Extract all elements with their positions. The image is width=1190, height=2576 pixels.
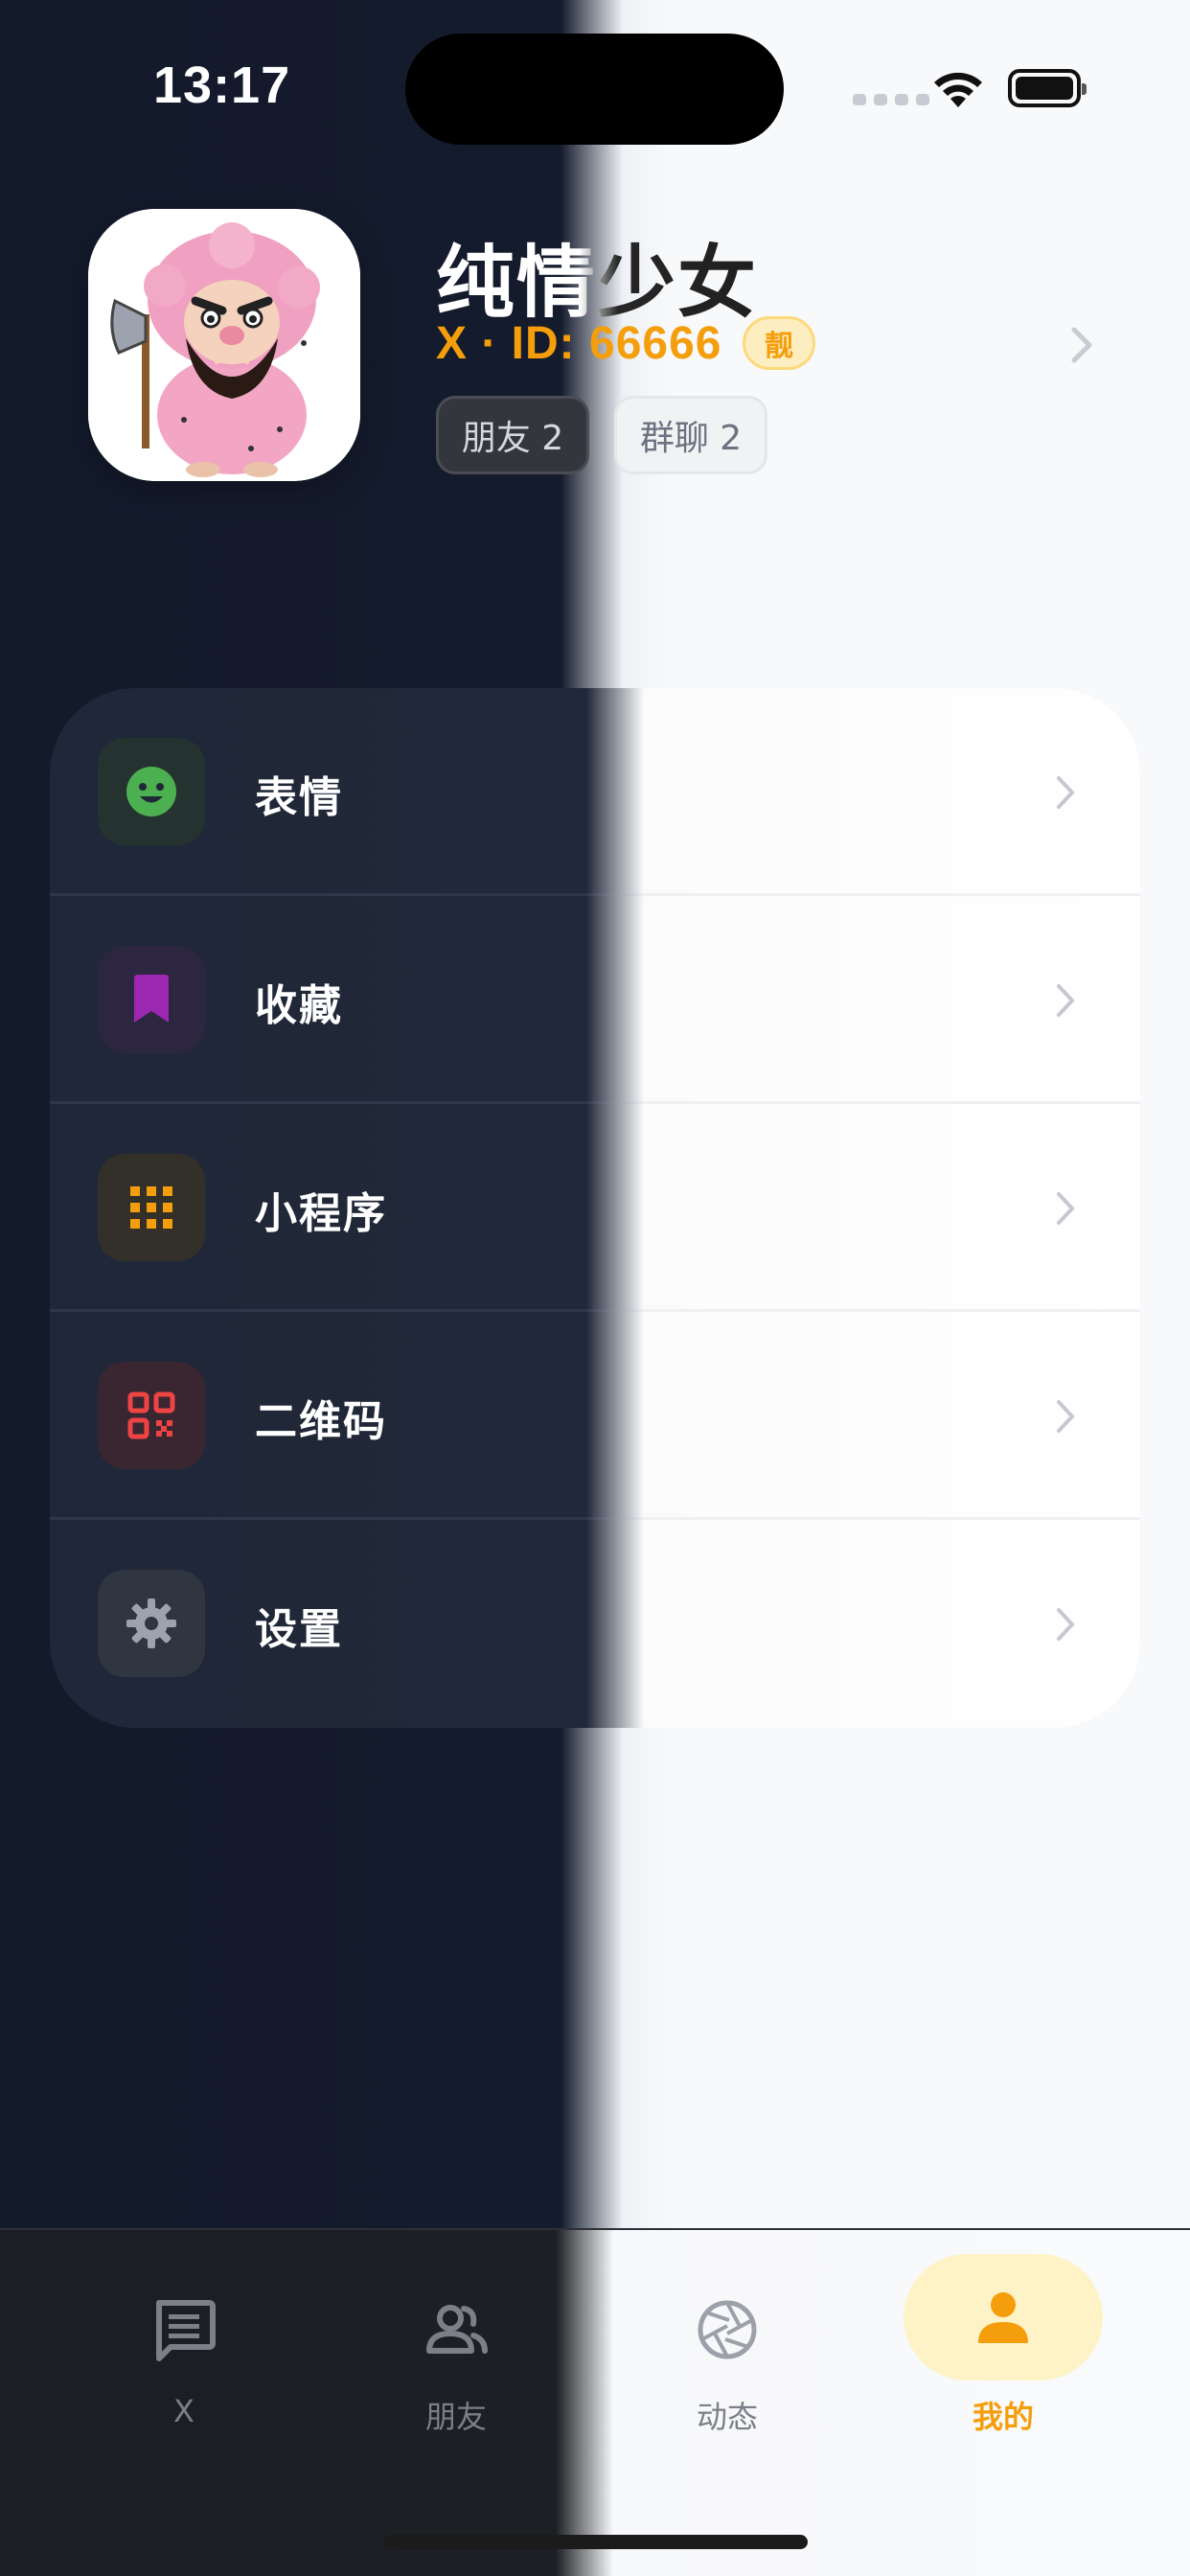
person-icon: [978, 2292, 1028, 2343]
profile-id-text: X · ID: 66666: [436, 317, 722, 369]
tab-label: X: [173, 2393, 195, 2429]
menu-item-stickers[interactable]: 表情: [50, 688, 1140, 896]
menu-item-mini-programs[interactable]: 小程序: [50, 1104, 1140, 1312]
home-indicator: [383, 2535, 808, 2549]
tab-moments[interactable]: 动态: [631, 2295, 823, 2458]
menu-item-label: 表情: [255, 773, 343, 822]
menu-item-qr-code[interactable]: 二维码: [50, 1312, 1140, 1520]
chat-icon: [156, 2300, 216, 2361]
smile-icon: [98, 738, 205, 845]
tab-label: 朋友: [424, 2399, 487, 2435]
status-time: 13:17: [153, 57, 291, 114]
menu-item-label: 二维码: [255, 1397, 387, 1446]
aperture-icon: [698, 2300, 757, 2359]
menu-item-settings[interactable]: 设置: [50, 1520, 1140, 1728]
friends-count-label: 朋友 2: [461, 419, 564, 458]
wifi-icon: [934, 72, 982, 107]
groups-count-label: 群聊 2: [639, 419, 743, 458]
avatar[interactable]: [88, 209, 360, 481]
chevron-right-icon: [1057, 1192, 1074, 1225]
cellular-signal-icon: [853, 94, 929, 105]
chevron-right-icon: [1057, 984, 1074, 1017]
menu-item-favorites[interactable]: 收藏: [50, 896, 1140, 1104]
profile-id: X · ID: 66666 靓: [436, 316, 816, 370]
tab-label: 动态: [696, 2399, 758, 2435]
qr-code-icon: [98, 1362, 205, 1469]
menu-card: 表情 收藏 小程序 二维码 设置: [50, 688, 1140, 1728]
chevron-right-icon: [1057, 1400, 1074, 1433]
friends-count-chip[interactable]: 朋友 2: [436, 396, 589, 474]
apps-grid-icon: [98, 1154, 205, 1261]
caveman-avatar-illustration: [88, 209, 360, 481]
profile-chevron-right-icon[interactable]: [1068, 326, 1095, 364]
menu-item-label: 小程序: [255, 1189, 387, 1238]
gear-icon: [98, 1570, 205, 1677]
friends-icon: [426, 2305, 488, 2354]
menu-item-label: 收藏: [255, 981, 343, 1030]
vanity-id-badge: 靓: [743, 316, 816, 370]
battery-icon: [1008, 69, 1087, 107]
groups-count-chip[interactable]: 群聊 2: [614, 396, 767, 474]
dynamic-island: [405, 34, 784, 145]
menu-item-label: 设置: [255, 1605, 343, 1654]
tab-label-active: 我的: [972, 2399, 1034, 2435]
tab-me[interactable]: 我的: [907, 2284, 1099, 2447]
tab-x[interactable]: X: [88, 2295, 280, 2458]
tab-friends[interactable]: 朋友: [360, 2295, 552, 2458]
chevron-right-icon: [1057, 776, 1074, 809]
bookmark-icon: [98, 946, 205, 1053]
chevron-right-icon: [1057, 1608, 1074, 1641]
